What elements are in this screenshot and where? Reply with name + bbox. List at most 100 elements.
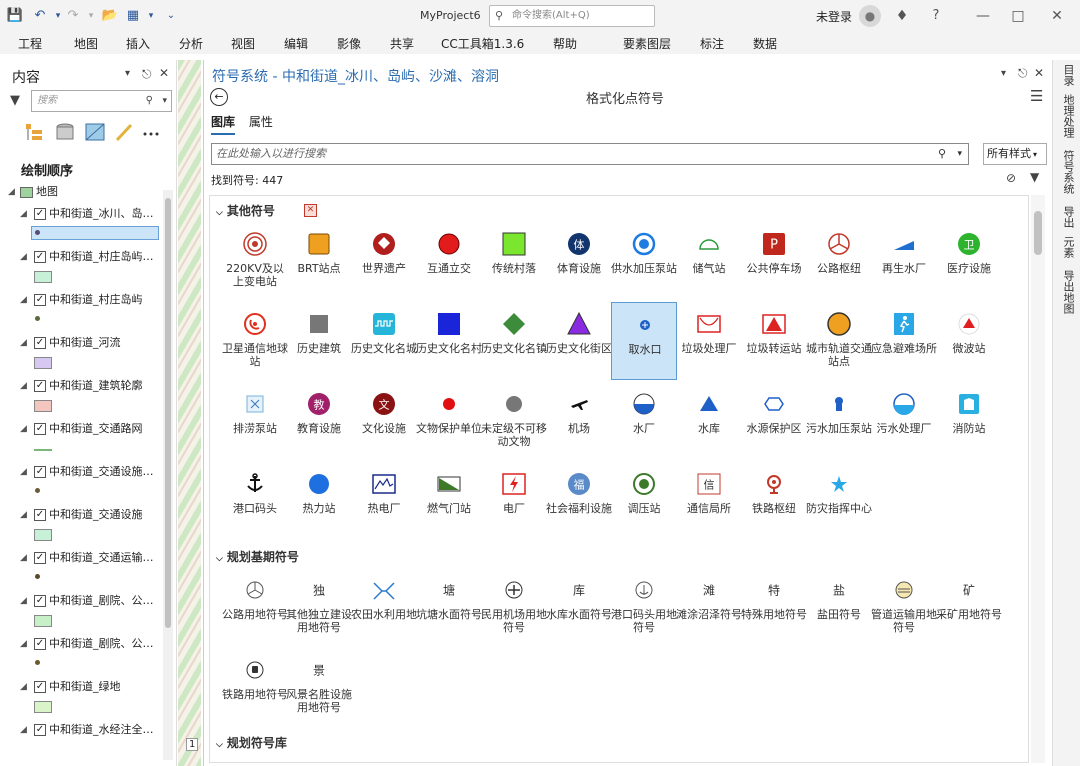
collapse-icon[interactable]: ◢ [20,507,27,523]
layer-visibility-checkbox[interactable]: ✓ [34,509,46,521]
login-status[interactable]: 未登录 [816,8,852,25]
tab-properties[interactable]: 属性 [249,113,273,133]
tab-insert[interactable]: 插入 [126,35,150,52]
tab-cc-toolbox[interactable]: CC工具箱1.3.6 [441,35,524,52]
symbol-item[interactable]: 供水加压泵站 [611,222,677,300]
symbol-item[interactable]: 独其他独立建设用地符号 [286,568,352,646]
symbol-item[interactable]: 盐盐田符号 [806,568,872,646]
layer-row[interactable]: ◢ ✓ 中和街道_冰川、岛… [20,206,154,222]
symbol-item[interactable]: 电厂 [481,462,547,540]
layer-row[interactable]: ◢ ✓ 中和街道_绿地 [20,679,121,695]
selected-legend-highlight[interactable] [31,226,159,240]
symbol-item[interactable]: 燃气门站 [416,462,482,540]
scrollbar-thumb[interactable] [1034,211,1042,255]
redo-icon[interactable]: ↷ [64,7,82,25]
collapse-icon[interactable]: ◢ [20,421,27,437]
symbol-item[interactable]: 塘坑塘水面符号 [416,568,482,646]
layer-visibility-checkbox[interactable]: ✓ [34,681,46,693]
user-avatar-icon[interactable]: ● [859,5,881,27]
list-by-selection-icon[interactable] [85,123,105,141]
layer-row[interactable]: ◢ ✓ 中和街道_交通路网 [20,421,143,437]
layer-row[interactable]: ◢ ✓ 中和街道_交通运输… [20,550,154,566]
symbol-item[interactable]: 储气站 [676,222,742,300]
collapse-icon[interactable]: ◢ [20,550,27,566]
open-folder-icon[interactable]: 📂 [101,7,119,25]
chevron-down-icon[interactable]: ⌵ [216,208,223,218]
tab-labeling[interactable]: 标注 [700,35,724,52]
layer-visibility-checkbox[interactable]: ✓ [34,423,46,435]
tab-edit[interactable]: 编辑 [284,35,308,52]
layer-visibility-checkbox[interactable]: ✓ [34,552,46,564]
filter-icon[interactable]: ▼ [10,93,20,108]
symbol-item[interactable]: 管道运输用地符号 [871,568,937,646]
symbol-item[interactable]: 卫医疗设施 [936,222,1002,300]
symbol-item[interactable]: 文物保护单位 [416,382,482,460]
symbol-item[interactable]: 公路用地符号 [222,568,288,646]
help-icon[interactable]: ? [926,6,946,26]
tab-help[interactable]: 帮助 [553,35,577,52]
rail-tab-export-map[interactable]: 导出地图 [1060,270,1076,314]
tab-analysis[interactable]: 分析 [179,35,203,52]
redo-dropdown-icon[interactable]: ▾ [82,7,100,25]
section-header[interactable]: ⌵ 规划符号库 [216,734,287,751]
symbol-item[interactable]: 港口码头用地符号 [611,568,677,646]
symbol-item[interactable]: 港口码头 [222,462,288,540]
tab-project[interactable]: 工程 [18,35,42,52]
list-by-editing-icon[interactable] [115,123,133,142]
layer-row[interactable]: ◢ ✓ 中和街道_交通设施 [20,507,143,523]
symbol-item[interactable]: 历史文化名镇 [481,302,547,380]
layer-row[interactable]: ◢ ✓ 中和街道_村庄岛屿… [20,249,154,265]
symbol-item[interactable]: 文文化设施 [351,382,417,460]
symbol-item[interactable]: 机场 [546,382,612,460]
symbol-item[interactable]: 水源保护区 [741,382,807,460]
layer-visibility-checkbox[interactable]: ✓ [34,208,46,220]
layer-visibility-checkbox[interactable]: ✓ [34,337,46,349]
symbol-item[interactable]: 农田水利用地 [351,568,417,646]
layer-row[interactable]: ◢ ✓ 中和街道_建筑轮廓 [20,378,143,394]
contents-scrollbar[interactable] [163,190,173,760]
tab-view[interactable]: 视图 [231,35,255,52]
style-filter-dropdown[interactable]: 所有样式 ▾ [983,143,1047,165]
symbol-item[interactable]: 未定级不可移动文物 [481,382,547,460]
chevron-down-icon[interactable]: ⌵ [216,554,223,564]
close-pane-icon[interactable]: ✕ [1034,66,1044,80]
symbol-item[interactable]: 互通立交 [416,222,482,300]
pane-options-icon[interactable]: ▾ [1001,68,1006,79]
filter-icon[interactable]: ▼ [1030,170,1039,184]
save-icon[interactable]: 💾 [6,7,24,25]
collapse-icon[interactable]: ◢ [20,335,27,351]
collapse-icon[interactable]: ◢ [20,206,27,222]
gallery-scrollbar[interactable] [1031,195,1045,763]
minimize-icon[interactable]: — [973,6,993,26]
symbol-item[interactable]: 矿采矿用地符号 [936,568,1002,646]
layer-row[interactable]: ◢ ✓ 中和街道_河流 [20,335,121,351]
collapse-icon[interactable]: ◢ [20,292,27,308]
pane-options-icon[interactable]: ▾ [125,68,130,79]
clear-filter-icon[interactable]: ⊘ [1006,171,1016,185]
list-by-drawing-order-icon[interactable] [26,124,42,140]
tab-share[interactable]: 共享 [390,35,414,52]
symbol-item[interactable]: 消防站 [936,382,1002,460]
symbol-item[interactable]: 福社会福利设施 [546,462,612,540]
collapse-icon[interactable]: ◢ [20,464,27,480]
close-window-icon[interactable]: ✕ [1047,6,1067,26]
layer-row[interactable]: ◢ ✓ 中和街道_剧院、公… [20,593,154,609]
layer-visibility-checkbox[interactable]: ✓ [34,294,46,306]
layer-visibility-checkbox[interactable]: ✓ [34,638,46,650]
symbol-item[interactable]: 库水库水面符号 [546,568,612,646]
symbol-item[interactable]: BRT站点 [286,222,352,300]
map-node[interactable]: ◢ 地图 [8,184,58,200]
section-header[interactable]: ⌵ 规划基期符号 [216,548,299,565]
contents-search-input[interactable]: 搜索 ⚲ ▾ [31,90,172,112]
collapse-icon[interactable]: ◢ [8,184,15,200]
pin-icon[interactable]: ⎋ [1018,66,1028,81]
collapse-icon[interactable]: ◢ [20,593,27,609]
symbol-item[interactable]: 垃圾处理厂 [676,302,742,380]
symbol-item[interactable]: 应急避难场所 [871,302,937,380]
collapse-icon[interactable]: ◢ [20,249,27,265]
symbol-item[interactable]: 民用机场用地符号 [481,568,547,646]
collapse-icon[interactable]: ◢ [20,636,27,652]
tab-feature-layer[interactable]: 要素图层 [623,35,671,52]
back-arrow-icon[interactable]: ← [210,88,228,106]
close-pane-icon[interactable]: ✕ [159,66,169,80]
